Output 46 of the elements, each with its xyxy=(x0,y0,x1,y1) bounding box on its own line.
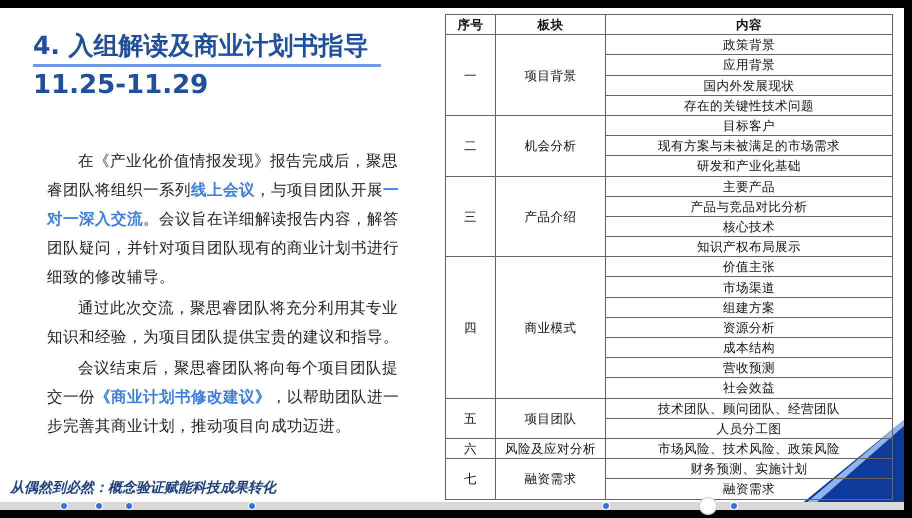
date-range: 11.25-11.29 xyxy=(33,69,208,102)
paragraph: 在《产业化价值情报发现》报告完成后，聚思睿团队将组织一系列线上会议，与项目团队开展一对一深入交流。会议旨在详细解读报告内容，解答团队疑问，并针对项目团队现有的商业计划书进行细致的修改辅导。 xyxy=(47,151,400,288)
table-cell: 风险及应对分析 xyxy=(495,438,606,459)
table-cell: 五 xyxy=(446,398,496,438)
table-cell: 知识产权布局展示 xyxy=(605,236,892,257)
table-cell: 组建方案 xyxy=(605,297,892,318)
table-cell: 研发和产业化基础 xyxy=(605,156,892,176)
table-cell: 一 xyxy=(446,34,496,116)
table-cell: 市场渠道 xyxy=(605,276,892,298)
table-cell: 商业模式 xyxy=(495,256,606,398)
table-cell: 核心技术 xyxy=(605,216,892,237)
table-cell: 资源分析 xyxy=(605,317,892,338)
table-cell: 主要产品 xyxy=(605,176,892,196)
table-cell: 价值主张 xyxy=(605,256,892,277)
table-cell: 政策背景 xyxy=(605,34,892,55)
slide-footer-text: 从偶然到必然：概念验证赋能科技成果转化 xyxy=(10,480,276,496)
table-cell: 技术团队、顾问团队、经营团队 xyxy=(605,398,892,418)
table-cell: 四 xyxy=(446,256,496,398)
table-cell: 产品介绍 xyxy=(495,176,606,257)
table-cell: 财务预测、实施计划 xyxy=(605,458,892,479)
table-cell: 三 xyxy=(446,176,496,257)
table-cell: 国内外发展现状 xyxy=(605,75,892,96)
table-cell: 七 xyxy=(446,458,496,499)
paragraph: 通过此次交流，聚思睿团队将充分利用其专业知识和经验，为项目团队提供宝贵的建议和指导。 xyxy=(47,298,400,348)
table-cell: 营收预测 xyxy=(605,358,892,378)
table-cell: 融资需求 xyxy=(605,478,892,499)
table-cell: 项目背景 xyxy=(495,34,606,116)
column-header: 序号 xyxy=(446,14,496,35)
column-header: 内容 xyxy=(605,14,892,35)
slide-title: 4. 入组解读及商业计划书指导 xyxy=(33,28,381,67)
table-cell: 应用背景 xyxy=(605,54,892,76)
table-cell: 二 xyxy=(446,115,496,176)
table-cell: 机会分析 xyxy=(495,115,606,176)
table-cell: 目标客户 xyxy=(605,115,892,136)
table-cell: 人员分工图 xyxy=(605,418,892,438)
table-cell: 社会效益 xyxy=(605,378,892,398)
paragraph: 会议结束后，聚思睿团队将向每个项目团队提交一份《商业计划书修改建议》，以帮助团队进一步完善其商业计划，推动项目向成功迈进。 xyxy=(47,358,400,437)
table-cell: 六 xyxy=(446,438,496,459)
table-cell: 现有方案与未被满足的市场需求 xyxy=(605,136,892,156)
table-cell: 产品与竞品对比分析 xyxy=(605,196,892,216)
table-cell: 融资需求 xyxy=(495,458,606,499)
table-cell: 存在的关键性技术问题 xyxy=(605,95,892,116)
table-cell: 市场风险、技术风险、政策风险 xyxy=(605,438,892,459)
column-header: 板块 xyxy=(495,14,606,35)
table-cell: 成本结构 xyxy=(605,338,892,358)
table-cell: 项目团队 xyxy=(495,398,606,438)
